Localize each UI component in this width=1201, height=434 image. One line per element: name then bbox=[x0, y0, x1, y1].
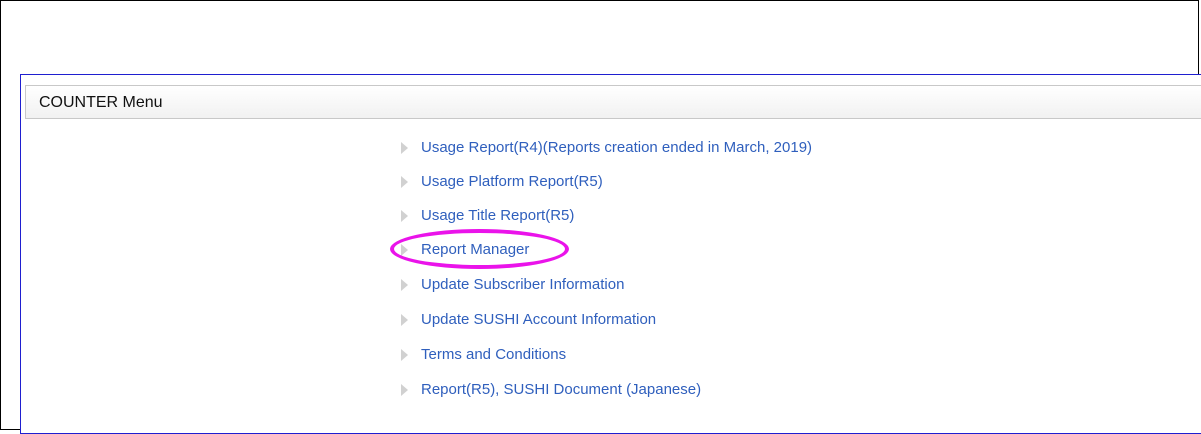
triangle-right-icon bbox=[401, 176, 408, 188]
menu-item-report-r5-sushi-document-japanese[interactable]: Report(R5), SUSHI Document (Japanese) bbox=[401, 379, 701, 401]
menu-item-report-manager[interactable]: Report Manager bbox=[401, 239, 529, 261]
menu-item-usage-title-report-r5[interactable]: Usage Title Report(R5) bbox=[401, 205, 574, 227]
triangle-right-icon bbox=[401, 349, 408, 361]
update-subscriber-information-link[interactable]: Update Subscriber Information bbox=[421, 274, 624, 296]
counter-menu-list: Usage Report(R4)(Reports creation ended … bbox=[21, 75, 1201, 433]
triangle-right-icon bbox=[401, 244, 408, 256]
triangle-right-icon bbox=[401, 142, 408, 154]
menu-item-update-subscriber-information[interactable]: Update Subscriber Information bbox=[401, 274, 624, 296]
menu-item-usage-platform-report-r5[interactable]: Usage Platform Report(R5) bbox=[401, 171, 603, 193]
counter-menu-panel: COUNTER Menu Usage Report(R4)(Reports cr… bbox=[20, 74, 1201, 434]
terms-and-conditions-link[interactable]: Terms and Conditions bbox=[421, 344, 566, 366]
triangle-right-icon bbox=[401, 314, 408, 326]
update-sushi-account-information-link[interactable]: Update SUSHI Account Information bbox=[421, 309, 656, 331]
menu-item-update-sushi-account-information[interactable]: Update SUSHI Account Information bbox=[401, 309, 656, 331]
usage-title-report-r5-link[interactable]: Usage Title Report(R5) bbox=[421, 205, 574, 227]
usage-report-r4-link[interactable]: Usage Report(R4)(Reports creation ended … bbox=[421, 137, 812, 159]
menu-item-usage-report-r4[interactable]: Usage Report(R4)(Reports creation ended … bbox=[401, 137, 812, 159]
triangle-right-icon bbox=[401, 210, 408, 222]
screenshot-frame: COUNTER Menu Usage Report(R4)(Reports cr… bbox=[0, 0, 1201, 434]
report-r5-sushi-document-japanese-link[interactable]: Report(R5), SUSHI Document (Japanese) bbox=[421, 379, 701, 401]
triangle-right-icon bbox=[401, 279, 408, 291]
usage-platform-report-r5-link[interactable]: Usage Platform Report(R5) bbox=[421, 171, 603, 193]
menu-item-terms-and-conditions[interactable]: Terms and Conditions bbox=[401, 344, 566, 366]
triangle-right-icon bbox=[401, 384, 408, 396]
report-manager-link[interactable]: Report Manager bbox=[421, 239, 529, 261]
